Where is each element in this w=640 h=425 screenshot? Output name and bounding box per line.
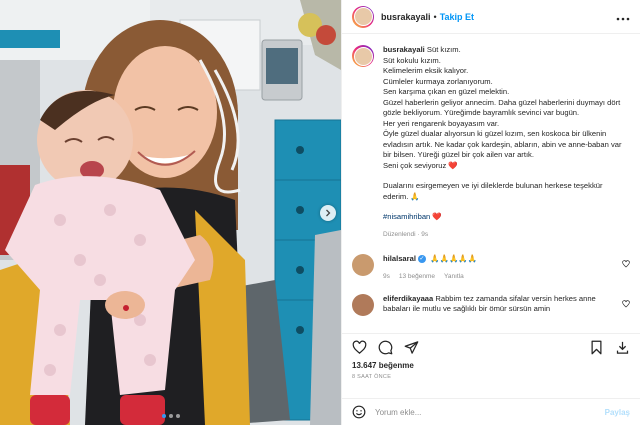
author-avatar[interactable] [352, 5, 374, 28]
caption-line: Sen karşıma çıkan en güzel melektin. [383, 87, 510, 96]
follow-button[interactable]: Takip Et [440, 12, 474, 22]
add-comment-bar: Yorum ekle... Paylaş [342, 398, 640, 425]
carousel-dot [175, 414, 180, 418]
caption-text: busrakayali Süt kızım. Süt kokulu kızım.… [383, 45, 628, 240]
hashtag-heart: ❤️ [432, 212, 442, 221]
save-bookmark-icon[interactable] [589, 340, 604, 355]
comment-likes[interactable]: 13 beğenme [399, 273, 435, 280]
post-comment-button[interactable]: Paylaş [605, 408, 630, 417]
comment-bubble-icon[interactable] [378, 340, 393, 355]
photo-illustration [0, 0, 341, 425]
caption-row: busrakayali Süt kızım. Süt kokulu kızım.… [352, 45, 630, 240]
caption-line: Seni çok seviyoruz ❤️ [383, 160, 458, 170]
caption-username[interactable]: busrakayali [383, 45, 425, 54]
download-icon[interactable] [615, 340, 630, 355]
reply-button[interactable]: Yanıtla [444, 273, 464, 280]
carousel-dot [168, 414, 173, 418]
comment-item: hilalsaral ✓ 🙏🙏🙏🙏🙏 9s 13 beğenme Yanıtla [352, 254, 630, 280]
chevron-right-icon [326, 209, 331, 217]
post-header: busrakayali • Takip Et [342, 0, 640, 34]
share-paper-plane-icon[interactable] [404, 340, 419, 355]
verified-badge-icon: ✓ [417, 255, 426, 263]
more-horizontal-icon [616, 17, 630, 20]
caption-line: Kelimelerim eksik kalıyor. [383, 66, 469, 75]
caption-avatar[interactable] [352, 45, 374, 67]
comment-text: 🙏🙏🙏🙏🙏 [430, 254, 478, 263]
comment-username[interactable]: eliferdikayaaa [383, 294, 433, 303]
hashtag-link[interactable]: #nisamihriban [383, 212, 430, 221]
caption-edited-meta: Düzenlendi · 9s [383, 230, 429, 238]
caption-line: Süt kızım. [426, 45, 461, 54]
like-count[interactable]: 13.647 beğenme [342, 355, 640, 370]
post-photo[interactable] [0, 0, 341, 425]
post-timestamp: 8 SAAT ÖNCE [352, 374, 392, 380]
like-heart-icon[interactable] [352, 340, 367, 355]
commenter-avatar[interactable] [352, 293, 374, 316]
author-username[interactable]: busrakayali [381, 12, 431, 22]
post-side-panel: busrakayali • Takip Et busrakayali Süt k… [341, 0, 640, 425]
next-photo-button[interactable] [320, 205, 336, 221]
caption-line: Güzel haberlerin geliyor annecim. Daha g… [383, 97, 621, 118]
carousel-dots [0, 414, 341, 418]
comment-age: 9s [383, 272, 390, 280]
carousel-dot-active [161, 414, 166, 418]
comment-like-heart-icon[interactable] [622, 299, 630, 308]
caption-line: Her yeri rengarenk boyayasım var. [383, 118, 500, 128]
more-options-button[interactable] [616, 10, 630, 24]
comments-area[interactable]: busrakayali Süt kızım. Süt kokulu kızım.… [342, 35, 640, 330]
caption-line: Cümleler kurmaya zorlanıyorum. [383, 76, 493, 86]
comment-like-heart-icon[interactable] [622, 260, 630, 268]
caption-paragraph: Dualarını esirgemeyen ve iyi dileklerde … [383, 181, 603, 201]
emoji-smiley-icon[interactable] [352, 405, 366, 419]
caption-line: Öyle güzel dualar alıyorsun ki güzel kız… [383, 129, 622, 159]
comment-input[interactable]: Yorum ekle... [375, 408, 605, 417]
caption-line: Süt kokulu kızım. [383, 55, 441, 65]
header-separator: • [433, 11, 437, 22]
post-actions: 13.647 beğenme 8 SAAT ÖNCE Yorum ekle...… [342, 333, 640, 425]
commenter-avatar[interactable] [352, 254, 374, 276]
comment-username[interactable]: hilalsaral [383, 254, 416, 263]
instagram-post-window: busrakayali • Takip Et busrakayali Süt k… [0, 0, 640, 425]
comment-item: eliferdikayaaa Rabbim tez zamanda sifala… [352, 293, 630, 316]
